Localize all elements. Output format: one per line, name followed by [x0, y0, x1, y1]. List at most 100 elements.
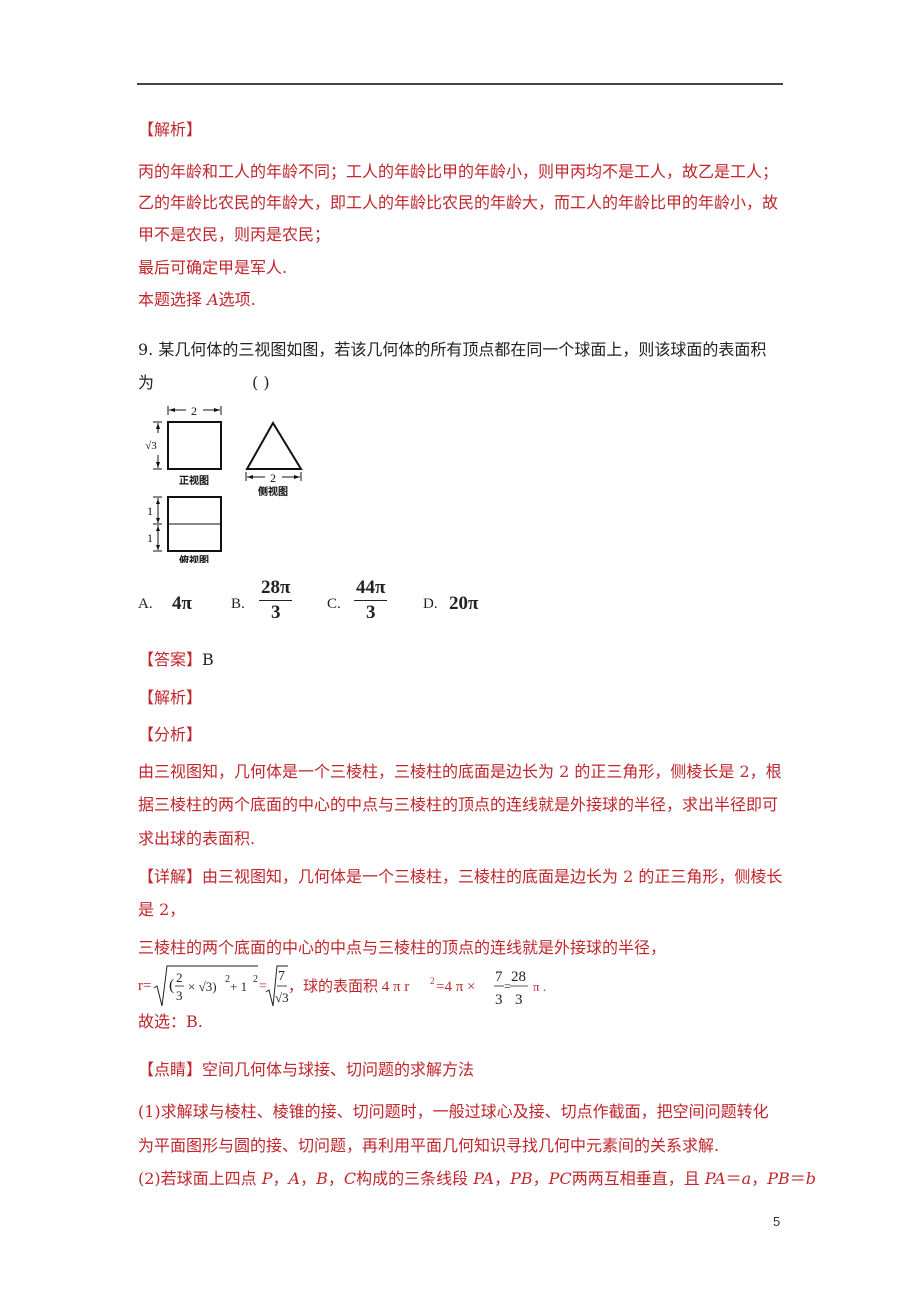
tip-heading: 【点睛】 — [138, 1060, 203, 1079]
formula-inner-num: 2 — [176, 970, 183, 985]
choice-a-value: 4π — [172, 593, 192, 614]
choice-d-label: D. — [423, 596, 438, 612]
formula-eq: = — [259, 979, 267, 994]
prev-solution-line: 甲不是农民，则丙是农民； — [138, 225, 331, 244]
prev-solution-conclusion: 本题选择 A选项. — [138, 290, 256, 310]
top-view-label: 俯视图 — [179, 554, 209, 563]
choice-c-numerator: 44π — [354, 577, 388, 601]
formula-frac28-num: 28 — [511, 969, 526, 985]
answer-paren: ( ) — [252, 373, 270, 392]
tip-line: (2)若球面上四点 P，A，B，C构成的三条线段 PA，PB，PC两两互相垂直，… — [138, 1169, 816, 1189]
detail-heading: 【详解】 — [138, 867, 203, 886]
analysis-line: 求出球的表面积. — [138, 829, 256, 848]
tip-text: ， — [494, 1169, 511, 1188]
analysis-subheading: 【分析】 — [138, 725, 203, 744]
top-seg2-label: 1 — [147, 531, 153, 545]
tip-text: 两两互相垂直，且 — [571, 1169, 705, 1188]
tip-text: ， — [532, 1169, 549, 1188]
conclusion-prefix: 本题选择 — [138, 290, 208, 309]
math-variable: P — [261, 1169, 273, 1188]
detail-line: 三棱柱的两个底面的中心的中点与三棱柱的顶点的连线就是外接球的半径， — [138, 938, 667, 957]
analysis-heading: 【解析】 — [138, 688, 203, 707]
svg-text:(: ( — [169, 977, 174, 994]
side-view-label: 侧视图 — [258, 485, 288, 498]
formula-frac73-num: 7 — [495, 969, 503, 985]
math-variable: PB — [510, 1169, 533, 1188]
math-variable: b — [805, 1169, 817, 1188]
conclusion-option: A — [207, 290, 219, 309]
formula-plus-one: + 1 — [230, 979, 247, 994]
tip-line: (1)求解球与棱柱、棱锥的接、切问题时，一般过球心及接、切点作截面，把空间问题转… — [138, 1102, 769, 1121]
top-seg1-label: 1 — [147, 504, 153, 518]
answer-heading: 【答案】 — [138, 650, 203, 669]
side-width-label: 2 — [270, 471, 276, 485]
prev-solution-line: 乙的年龄比农民的年龄大，即工人的年龄比农民的年龄大，而工人的年龄比甲的年龄小，故 — [138, 193, 779, 212]
question-text: 9. 某几何体的三视图如图，若该几何体的所有顶点都在同一个球面上，则该球面的表面… — [138, 340, 766, 360]
math-variable: PB — [767, 1169, 790, 1188]
math-variable: A — [288, 1169, 301, 1188]
math-variable: C — [343, 1169, 357, 1188]
formula-text2: =4 π × — [436, 979, 476, 995]
formula-times-sqrt3: × √3) — [188, 979, 217, 994]
detail-text: 由三视图知，几何体是一个三棱柱，三棱柱的底面是边长为 2 的正三角形，侧棱长 — [202, 867, 783, 886]
formula-frac73-den: 3 — [495, 992, 503, 1008]
page-number: 5 — [773, 1214, 781, 1229]
formula-inner-den: 3 — [176, 988, 183, 1003]
answer-value: B — [202, 650, 214, 669]
math-variable: PA — [473, 1169, 495, 1188]
three-view-figure: 2 √3 正视图 2 侧视图 1 1 俯视图 — [138, 403, 308, 567]
tip-text: ＝ — [789, 1169, 806, 1188]
top-view: 1 1 俯视图 — [147, 496, 222, 567]
front-width-label: 2 — [191, 404, 197, 418]
tip-title: 空间几何体与球接、切问题的求解方法 — [202, 1060, 475, 1079]
tip-title-line: 【点睛】空间几何体与球接、切问题的求解方法 — [138, 1060, 474, 1080]
tip-text: ， — [327, 1169, 344, 1188]
choice-d-value: 20π — [449, 593, 479, 614]
front-view-label: 正视图 — [179, 474, 209, 487]
formula-tail: π . — [533, 979, 546, 994]
choice-c-fraction: 44π 3 — [354, 577, 388, 625]
prev-solution-line: 最后可确定甲是军人. — [138, 258, 288, 277]
choice-c-label: C. — [327, 596, 341, 612]
svg-text:2: 2 — [253, 974, 258, 985]
tip-text: ， — [751, 1169, 768, 1188]
prev-solution-line: 丙的年龄和工人的年龄不同；工人的年龄比甲的年龄小，则甲丙均不是工人，故乙是工人； — [138, 162, 779, 181]
detail-choose: 故选：B. — [138, 1012, 203, 1031]
front-height-label: √3 — [145, 440, 157, 452]
detail-line: 是 2， — [138, 900, 186, 919]
side-view: 2 侧视图 — [245, 421, 303, 498]
choice-b-denominator: 3 — [270, 602, 281, 623]
math-variable: a — [741, 1169, 752, 1188]
math-variable: PC — [548, 1169, 572, 1188]
tip-text: ， — [272, 1169, 289, 1188]
tip-text: ， — [300, 1169, 317, 1188]
question-number: 9. — [138, 340, 154, 359]
choice-c-denominator: 3 — [365, 602, 376, 623]
formula-text: ，球的表面积 4 π r — [288, 978, 409, 995]
svg-text:2: 2 — [430, 976, 435, 986]
question-body-2: 为 — [138, 373, 155, 392]
front-view: 2 √3 正视图 — [145, 404, 222, 487]
formula-r-eq: r= — [138, 978, 151, 994]
analysis-line: 据三棱柱的两个底面的中心的中点与三棱柱的顶点的连线就是外接球的半径，求出半径即可 — [138, 795, 779, 814]
tip-text: (2)若球面上四点 — [138, 1169, 262, 1188]
detail-line: 【详解】由三视图知，几何体是一个三棱柱，三棱柱的底面是边长为 2 的正三角形，侧… — [138, 867, 782, 887]
formula-frac7-den: √3 — [275, 990, 289, 1005]
choice-b-numerator: 28π — [259, 577, 293, 601]
analysis-line: 由三视图知，几何体是一个三棱柱，三棱柱的底面是边长为 2 的正三角形，侧棱长是 … — [138, 762, 782, 781]
math-variable: PA — [704, 1169, 726, 1188]
choice-a-label: A. — [138, 596, 153, 612]
tip-line: 为平面图形与圆的接、切问题，再利用平面几何知识寻找几何中元素间的关系求解. — [138, 1136, 720, 1155]
conclusion-suffix: 选项. — [218, 290, 256, 309]
question-text-line2: 为 ( ) — [138, 373, 438, 393]
prev-solution-heading: 【解析】 — [138, 120, 203, 139]
formula-eq2: = — [504, 979, 511, 993]
tip-text: 构成的三条线段 — [356, 1169, 474, 1188]
formula-frac7-num: 7 — [278, 969, 285, 984]
math-variable: B — [316, 1169, 328, 1188]
formula-frac28-den: 3 — [515, 992, 523, 1008]
answer-line: 【答案】B — [138, 650, 214, 670]
radius-formula: r= ( 2 3 × √3) 2 + 1 2 = 7 √3 ，球的表面积 4 π… — [138, 962, 558, 1012]
choice-b-label: B. — [231, 596, 245, 612]
choices: A. 4π B. 28π 3 C. 44π 3 D. 20π — [138, 577, 518, 632]
